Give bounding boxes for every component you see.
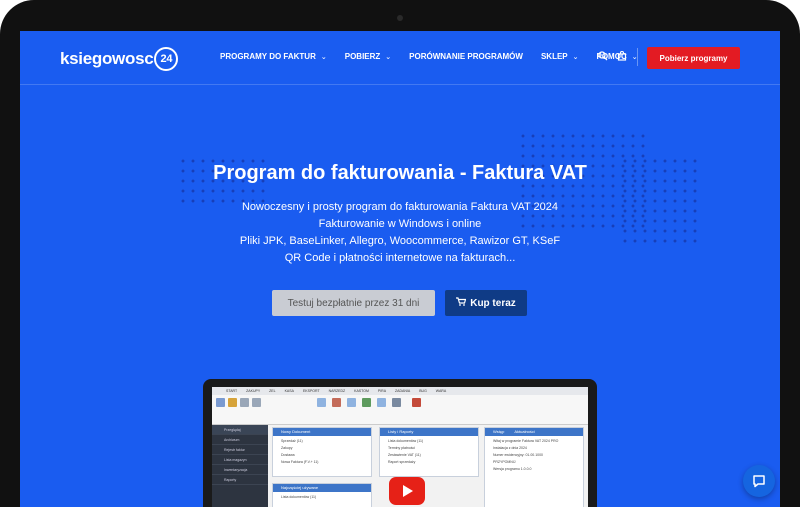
buy-now-button[interactable]: Kup teraz — [445, 290, 527, 316]
hero-line-3: Pliki JPK, BaseLinker, Allegro, Woocomme… — [239, 235, 561, 247]
ribbon-tab: WARA — [435, 389, 447, 393]
ribbon-icon — [252, 398, 261, 407]
website-viewport: ksiegowosc 24 PROGRAMY DO FAKTUR ⌄ POBIE… — [20, 31, 780, 507]
app-panel-lists-reports: Listy i Raporty Lista dokumentów (11) Te… — [379, 427, 479, 477]
hero-line-1: Nowoczesny i prosty program do fakturowa… — [241, 201, 559, 213]
ribbon-tab: START — [226, 389, 238, 393]
app-sidebar: Przeglądaj Archiwum Rejestr faktur Lista… — [212, 425, 268, 507]
search-icon[interactable] — [598, 51, 610, 63]
app-panel-row: Zakupy — [281, 446, 293, 450]
ribbon-tab: PIRA — [377, 389, 387, 393]
app-panel-row: Zestawienie VAT (11) — [388, 453, 421, 457]
free-trial-button[interactable]: Testuj bezpłatnie przez 31 dni — [272, 290, 435, 316]
app-panel-title: Nowy Dokument — [273, 428, 371, 436]
logo-text: ksiegowosc — [60, 49, 154, 68]
buy-now-label: Kup teraz — [470, 297, 516, 309]
cart-icon[interactable] — [617, 51, 629, 63]
ribbon-icon — [216, 398, 225, 407]
app-panel-tab: Aktualności — [514, 429, 535, 434]
app-panel-tab: Wstęp — [493, 429, 505, 434]
app-panel-row: Nowa Faktura (F.V.+ 11) — [281, 460, 319, 464]
app-sidebar-item: Archiwum — [212, 435, 268, 445]
download-programs-button[interactable]: Pobierz programy — [647, 47, 740, 69]
ribbon-tab: ZADANIA — [395, 389, 411, 393]
ribbon-icon — [332, 398, 341, 407]
app-panel-row: Instalacja z dnia 2024 — [493, 446, 527, 450]
ribbon-icon — [228, 398, 237, 407]
app-screenshot-frame: START ZAKUPY ZEL KASA EKSPORT NARZEDZ KA… — [203, 379, 597, 507]
app-panel-new-document: Nowy Dokument Sprzedaż (11) Zakupy Dosta… — [272, 427, 372, 477]
app-panel-row: Wersja programu 1.0.0.0 — [493, 467, 532, 471]
ribbon-icon — [377, 398, 386, 407]
cart-icon — [456, 297, 467, 309]
app-panel-title: Listy i Raporty — [380, 428, 478, 436]
ribbon-icon — [317, 398, 326, 407]
app-panel-most-used: Najczęściej używane Lista dokumentów (11… — [272, 483, 372, 507]
menu-item-label: PROGRAMY DO FAKTUR — [220, 52, 316, 61]
chevron-down-icon: ⌄ — [320, 53, 327, 61]
hero-line-2: Fakturowanie w Windows i online — [318, 218, 482, 230]
top-navigation: ksiegowosc 24 PROGRAMY DO FAKTUR ⌄ POBIE… — [20, 31, 780, 85]
ribbon-icon — [240, 398, 249, 407]
app-panel-row: PRZYPOMNIJ — [493, 460, 516, 464]
ribbon-icon — [347, 398, 356, 407]
menu-item-programy[interactable]: PROGRAMY DO FAKTUR ⌄ — [220, 52, 327, 61]
chevron-down-icon: ⌄ — [572, 53, 579, 61]
app-sidebar-item: Lista magazyn — [212, 455, 268, 465]
app-panel-title: Najczęściej używane — [273, 484, 371, 492]
app-panel-row: Sprzedaż (11) — [281, 439, 303, 443]
app-panel-row: Lista dokumentów (11) — [281, 495, 317, 499]
ribbon-icon — [362, 398, 371, 407]
ribbon-tab: KASTOM — [354, 389, 369, 393]
site-logo[interactable]: ksiegowosc 24 — [60, 47, 179, 71]
ribbon-tab: ZEL — [269, 389, 276, 393]
menu-item-sklep[interactable]: SKLEP ⌄ — [541, 52, 579, 61]
app-panel-row: Numer ewidencyjny: 01.00.1000 — [493, 453, 544, 457]
app-panel-row: Witaj w programie Faktura VAT 2024 PRO — [493, 439, 559, 443]
ribbon-icon — [412, 398, 421, 407]
laptop-frame: ksiegowosc 24 PROGRAMY DO FAKTUR ⌄ POBIE… — [0, 0, 800, 507]
app-panel-row: Dostawa — [281, 453, 295, 457]
nav-divider — [637, 48, 638, 66]
logo-badge: 24 — [154, 47, 179, 71]
app-ribbon — [212, 395, 588, 425]
app-panel-row: Terminy płatności — [388, 446, 416, 450]
menu-item-pobierz[interactable]: POBIERZ ⌄ — [345, 52, 391, 61]
app-panel-tabs: Wstęp Aktualności — [485, 428, 583, 436]
menu-item-porownanie[interactable]: PORÓWNANIE PROGRAMÓW — [409, 52, 523, 61]
menu-item-label: PORÓWNANIE PROGRAMÓW — [409, 52, 523, 61]
ribbon-tab: KASA — [284, 389, 294, 393]
chevron-down-icon: ⌄ — [385, 53, 392, 61]
main-menu: PROGRAMY DO FAKTUR ⌄ POBIERZ ⌄ PORÓWNANI… — [220, 52, 656, 61]
ribbon-tab: EKSPORT — [302, 389, 320, 393]
ribbon-tab: BUG — [419, 389, 427, 393]
chat-icon — [753, 475, 765, 488]
hero-line-4: QR Code i płatności internetowe na faktu… — [284, 252, 516, 264]
ribbon-tab: NARZEDZ — [328, 389, 346, 393]
camera-dot — [397, 15, 403, 21]
app-sidebar-item: Rejestr faktur — [212, 445, 268, 455]
ribbon-icon — [392, 398, 401, 407]
app-panel-row: Raport sprzedaży — [388, 460, 416, 464]
app-sidebar-item: Inwentaryzacja — [212, 465, 268, 475]
menu-item-label: POBIERZ — [344, 52, 381, 61]
app-sidebar-item: Przeglądaj — [212, 425, 268, 435]
ribbon-tab: ZAKUPY — [246, 389, 261, 393]
app-sidebar-item: Raporty — [212, 475, 268, 485]
chat-widget-button[interactable] — [743, 465, 775, 497]
ribbon-tabs: START ZAKUPY ZEL KASA EKSPORT NARZEDZ KA… — [212, 387, 588, 395]
video-play-button[interactable] — [389, 477, 425, 505]
app-panel-intro: Wstęp Aktualności Witaj w programie Fakt… — [484, 427, 584, 507]
menu-item-label: SKLEP — [540, 52, 568, 61]
app-panel-row: Lista dokumentów (11) — [388, 439, 424, 443]
hero-title: Program do fakturowania - Faktura VAT — [213, 162, 587, 184]
